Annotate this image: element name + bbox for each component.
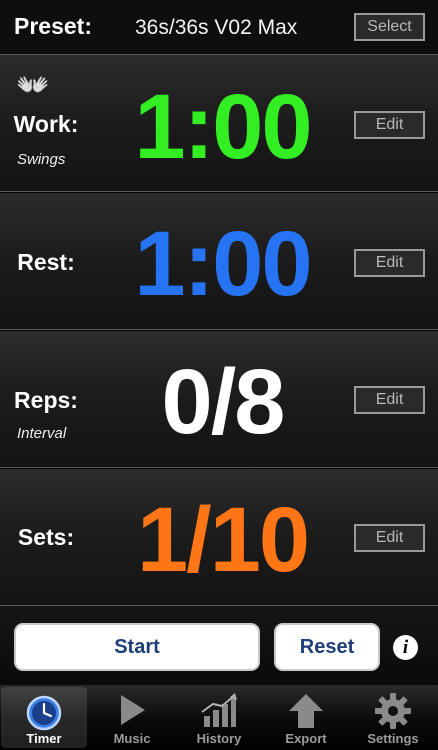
reps-label: Reps:: [14, 387, 78, 413]
edit-reps-button[interactable]: Edit: [354, 386, 425, 414]
tab-music[interactable]: Music: [89, 685, 175, 750]
play-icon: [115, 692, 149, 733]
preset-label: Preset:: [14, 13, 92, 39]
sets-count-value: 1/10: [136, 489, 310, 591]
tab-label-history: History: [196, 731, 242, 746]
rest-label: Rest:: [17, 249, 75, 275]
tab-label-settings: Settings: [367, 731, 419, 746]
tab-label-music: Music: [113, 731, 151, 746]
edit-rest-button[interactable]: Edit: [354, 249, 425, 277]
work-exercise-label: Swings: [17, 151, 66, 168]
upload-arrow-icon: [287, 692, 325, 735]
reps-count-value: 0/8: [161, 351, 286, 453]
tab-label-export: Export: [285, 731, 327, 746]
edit-sets-button[interactable]: Edit: [354, 524, 425, 552]
tab-settings[interactable]: Settings: [350, 685, 436, 750]
work-label: Work:: [13, 111, 79, 137]
rest-row: Rest: 1:00 Edit: [0, 193, 438, 330]
reps-row: Reps: Interval 0/8 Edit: [0, 331, 438, 468]
tab-export[interactable]: Export: [263, 685, 349, 750]
controls-bar: Start Reset i: [0, 606, 438, 685]
work-row: 👐 Work: Swings 1:00 Edit: [0, 55, 438, 192]
bar-chart-icon: [199, 692, 239, 735]
tab-history[interactable]: History: [176, 685, 262, 750]
rest-time-value: 1:00: [134, 213, 312, 315]
select-preset-button[interactable]: Select: [354, 13, 425, 41]
tab-label-timer: Timer: [26, 731, 62, 746]
info-icon[interactable]: i: [393, 635, 418, 660]
reset-button[interactable]: Reset: [274, 623, 380, 671]
tab-bar: Timer Music History Export Settings: [0, 685, 438, 750]
gear-icon: [374, 692, 412, 735]
sets-row: Sets: 1/10 Edit: [0, 469, 438, 606]
work-time-value: 1:00: [134, 76, 312, 178]
reps-type-label: Interval: [17, 425, 67, 442]
start-button[interactable]: Start: [14, 623, 260, 671]
hands-icon: 👐: [16, 70, 50, 100]
sets-label: Sets:: [17, 524, 75, 550]
preset-bar: Preset: 36s/36s V02 Max Select: [0, 0, 438, 55]
edit-work-button[interactable]: Edit: [354, 111, 425, 139]
preset-name: 36s/36s V02 Max: [135, 16, 298, 39]
tab-timer[interactable]: Timer: [1, 687, 87, 748]
